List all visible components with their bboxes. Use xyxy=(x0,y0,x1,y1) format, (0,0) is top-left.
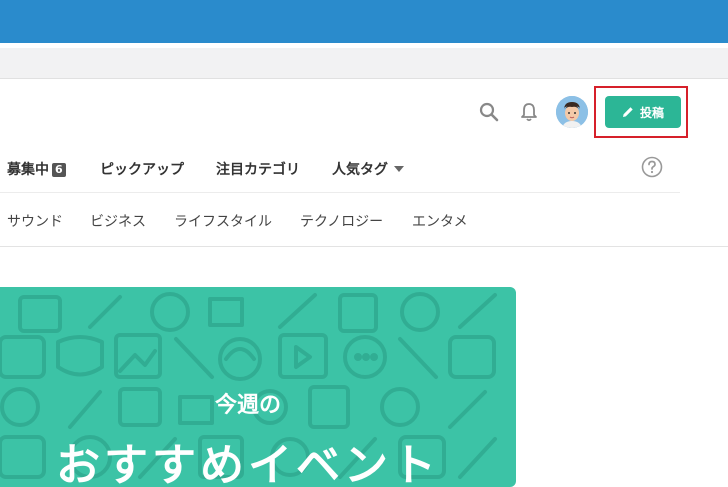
nav-item-recruiting[interactable]: 募集中 6 xyxy=(7,159,66,179)
category-item-technology[interactable]: テクノロジー xyxy=(300,211,383,231)
avatar-image xyxy=(556,96,588,128)
avatar[interactable] xyxy=(556,96,588,128)
search-icon[interactable] xyxy=(478,101,500,123)
help-icon[interactable] xyxy=(641,156,663,178)
banner-subtitle: 今週の xyxy=(214,393,281,418)
site-top-strip xyxy=(0,48,728,79)
featured-events-banner[interactable]: 今週の おすすめイベント xyxy=(0,287,516,487)
post-button-label: 投稿 xyxy=(639,105,664,120)
post-button[interactable]: 投稿 xyxy=(605,96,681,128)
category-nav: サウンド ビジネス ライフスタイル テクノロジー エンタメ xyxy=(0,204,728,234)
nav-item-pickup[interactable]: ピックアップ xyxy=(100,159,184,179)
nav-item-featured-category[interactable]: 注目カテゴリ xyxy=(216,159,300,179)
count-badge: 6 xyxy=(52,163,66,177)
section-divider xyxy=(0,246,728,247)
nav-item-featured-category-label: 注目カテゴリ xyxy=(216,162,300,178)
nav-item-recruiting-label: 募集中 xyxy=(7,162,49,178)
category-item-lifestyle[interactable]: ライフスタイル xyxy=(174,211,272,231)
bell-icon[interactable] xyxy=(518,101,540,123)
category-item-business[interactable]: ビジネス xyxy=(90,211,146,231)
banner-title: おすすめイベント xyxy=(56,440,440,487)
pencil-icon xyxy=(622,107,633,117)
nav-item-popular-tags[interactable]: 人気タグ xyxy=(332,159,404,179)
category-item-sound[interactable]: サウンド xyxy=(7,211,63,231)
nav-divider xyxy=(0,192,680,193)
chevron-down-icon xyxy=(394,166,404,172)
category-item-entertainment[interactable]: エンタメ xyxy=(412,211,468,231)
nav-item-popular-tags-label: 人気タグ xyxy=(332,162,388,178)
primary-nav: 募集中 6 ピックアップ 注目カテゴリ 人気タグ xyxy=(0,150,728,186)
browser-title-bar xyxy=(0,0,728,43)
nav-item-pickup-label: ピックアップ xyxy=(100,162,184,178)
